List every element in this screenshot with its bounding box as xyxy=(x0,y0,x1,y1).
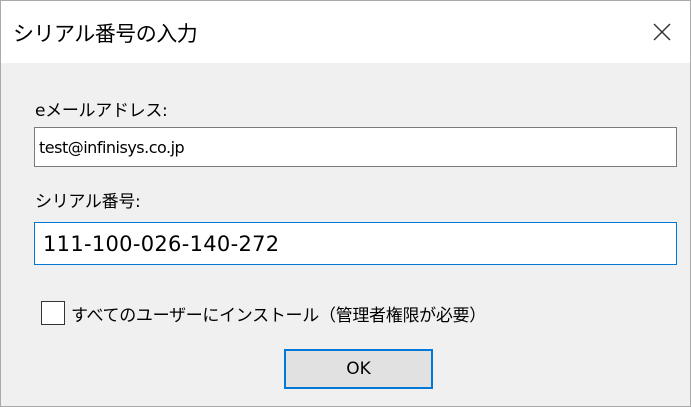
serial-entry-dialog: シリアル番号の入力 eメールアドレス: test@infinisys.co.jp… xyxy=(0,0,691,407)
dialog-title: シリアル番号の入力 xyxy=(13,22,198,46)
install-all-users-checkbox[interactable] xyxy=(41,301,65,325)
install-all-users-label[interactable]: すべてのユーザーにインストール（管理者権限が必要） xyxy=(71,301,486,326)
ok-button[interactable]: OK xyxy=(284,349,433,389)
email-field[interactable]: test@infinisys.co.jp xyxy=(34,127,677,167)
install-all-users-option[interactable]: すべてのユーザーにインストール（管理者権限が必要） xyxy=(41,300,486,326)
close-icon xyxy=(653,23,671,41)
email-label: eメールアドレス: xyxy=(35,101,168,121)
close-button[interactable] xyxy=(634,1,690,63)
serial-number-label: シリアル番号: xyxy=(35,192,141,212)
serial-number-field[interactable]: 111-100-026-140-272 xyxy=(34,222,677,265)
title-bar[interactable]: シリアル番号の入力 xyxy=(1,1,690,63)
dialog-body: eメールアドレス: test@infinisys.co.jp シリアル番号: 1… xyxy=(1,63,690,406)
